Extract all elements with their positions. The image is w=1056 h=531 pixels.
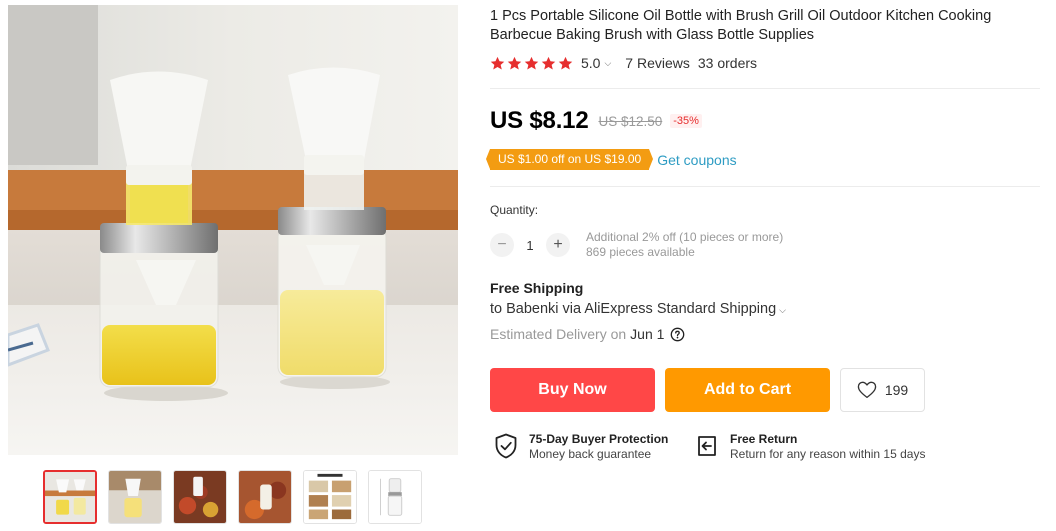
thumbnail-image: [174, 471, 226, 523]
guarantee-title: 75-Day Buyer Protection: [529, 432, 669, 446]
quantity-input[interactable]: 1: [514, 238, 546, 253]
bulk-discount-note: Additional 2% off (10 pieces or more): [586, 230, 784, 244]
thumbnail-1[interactable]: [43, 470, 97, 524]
thumbnail-image: [239, 471, 291, 523]
thumbnail-4[interactable]: [238, 470, 292, 524]
get-coupons-link[interactable]: Get coupons: [657, 152, 736, 168]
main-product-image[interactable]: [8, 5, 458, 455]
thumbnail-image: [45, 472, 95, 522]
estimated-delivery: Estimated Delivery on Jun 1: [490, 326, 685, 342]
guarantee-subtitle: Return for any reason within 15 days: [730, 447, 926, 461]
coupon-row: US $1.00 off on US $19.00 Get coupons: [485, 149, 737, 170]
orders-count: 33 orders: [697, 55, 758, 71]
free-return: Free Return Return for any reason within…: [695, 432, 925, 462]
star-icon: [558, 56, 573, 69]
original-price: US $12.50: [598, 113, 663, 129]
add-to-cart-button[interactable]: Add to Cart: [665, 368, 830, 412]
buyer-protection: 75-Day Buyer Protection Money back guara…: [494, 432, 668, 462]
buyer-protection-text: 75-Day Buyer Protection Money back guara…: [529, 432, 668, 462]
quantity-label: Quantity:: [490, 203, 539, 217]
guarantee-title: Free Return: [730, 432, 798, 446]
thumbnail-image: [369, 471, 421, 523]
quantity-increase-button[interactable]: +: [546, 233, 570, 257]
product-photo: [8, 5, 458, 455]
star-rating: [490, 56, 573, 71]
star-icon: [490, 56, 505, 69]
thumbnail-2[interactable]: [108, 470, 162, 524]
chevron-down-icon: ⌵: [779, 305, 786, 315]
thumbnail-strip: [43, 470, 422, 524]
star-icon: [541, 56, 556, 69]
star-icon: [524, 56, 539, 69]
wishlist-count: 199: [884, 382, 909, 398]
buy-now-button[interactable]: Buy Now: [490, 368, 655, 412]
stock-available: 869 pieces available: [586, 245, 695, 259]
current-price: US $8.12: [490, 107, 589, 134]
shipping-title: Free Shipping: [490, 280, 584, 296]
return-arrow-icon: [698, 436, 716, 456]
estimated-delivery-label: Estimated Delivery on: [490, 326, 627, 342]
help-icon[interactable]: [670, 327, 685, 342]
thumbnail-image: [109, 471, 161, 523]
quantity-decrease-button[interactable]: −: [490, 233, 514, 257]
shipping-destination-text: to Babenki via AliExpress Standard Shipp…: [490, 301, 777, 317]
rating-score[interactable]: 5.0: [581, 55, 600, 71]
chevron-down-icon[interactable]: ⌵: [604, 58, 611, 69]
reviews-link[interactable]: 7 Reviews: [625, 55, 690, 71]
guarantee-subtitle: Money back guarantee: [529, 447, 652, 461]
thumbnail-3[interactable]: [173, 470, 227, 524]
divider: [490, 88, 1040, 89]
heart-icon: [857, 381, 877, 399]
price-row: US $8.12 US $12.50 -35%: [490, 107, 702, 135]
shipping-destination[interactable]: to Babenki via AliExpress Standard Shipp…: [490, 301, 786, 317]
thumbnail-5[interactable]: [303, 470, 357, 524]
delivery-date: Jun 1: [630, 326, 665, 342]
rating-row: 5.0 ⌵ 7 Reviews 33 orders: [490, 55, 757, 71]
quantity-stepper: − 1 + Additional 2% off (10 pieces or mo…: [490, 230, 783, 260]
thumbnail-6[interactable]: [368, 470, 422, 524]
thumbnail-image: [304, 471, 356, 523]
divider: [490, 186, 1040, 187]
product-title: 1 Pcs Portable Silicone Oil Bottle with …: [490, 8, 992, 43]
quantity-info: Additional 2% off (10 pieces or more) 86…: [586, 230, 783, 260]
shield-check-icon: [495, 433, 517, 459]
free-return-text: Free Return Return for any reason within…: [730, 432, 925, 462]
discount-badge: -35%: [670, 114, 702, 128]
coupon-badge: US $1.00 off on US $19.00: [485, 149, 654, 170]
wishlist-button[interactable]: 199: [840, 368, 925, 412]
star-icon: [507, 56, 522, 69]
